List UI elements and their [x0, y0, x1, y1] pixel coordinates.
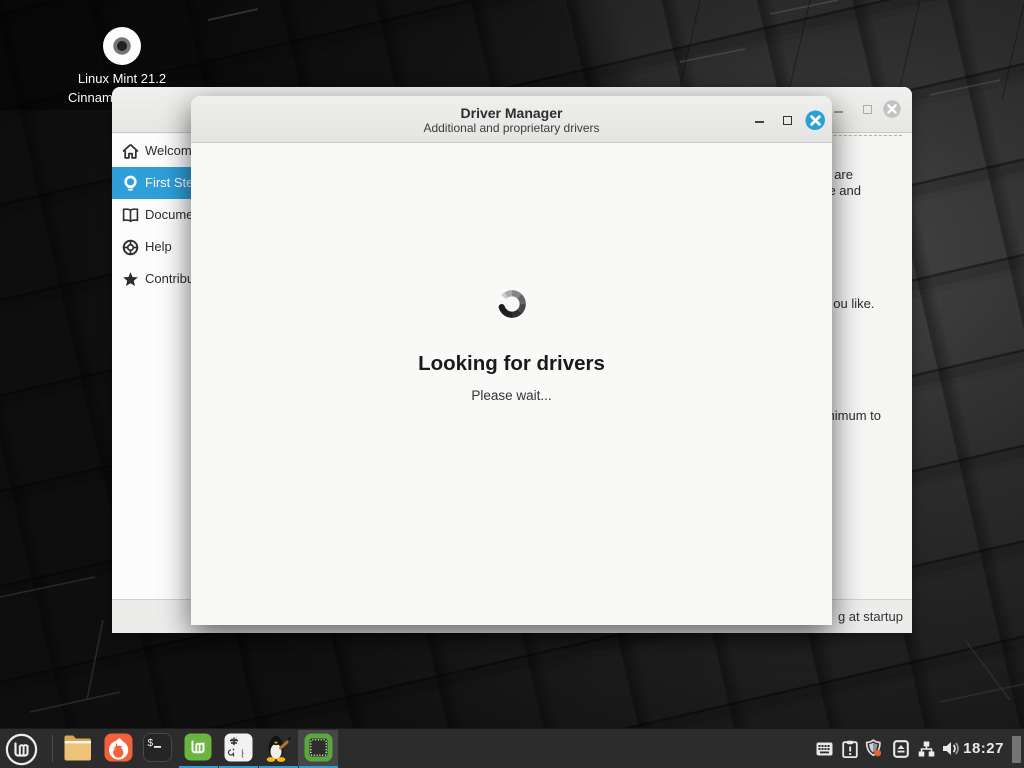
svg-text:$: $: [148, 738, 154, 749]
